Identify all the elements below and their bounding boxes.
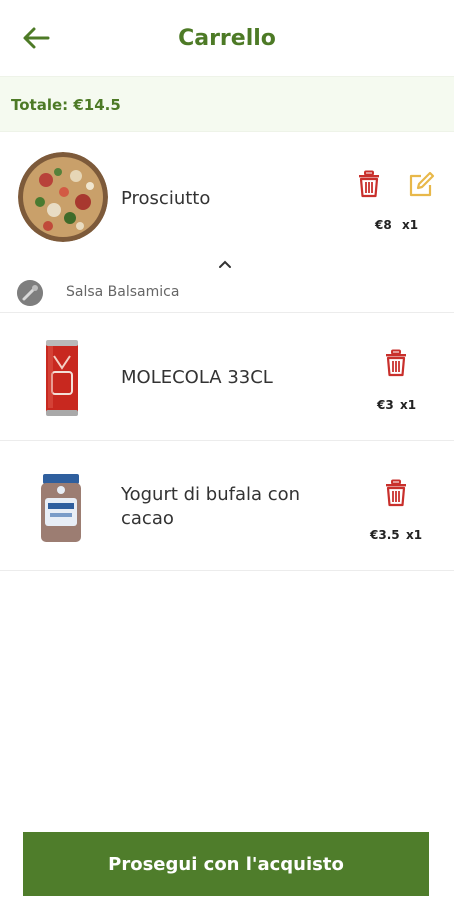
- trash-icon[interactable]: [384, 349, 408, 377]
- item-quantity: x1: [402, 218, 419, 232]
- total-label: Totale: €14.5: [11, 96, 121, 114]
- trash-icon[interactable]: [357, 170, 381, 198]
- yogurt-jar-photo: [38, 472, 84, 544]
- divider: [0, 312, 454, 313]
- item-price: €8: [375, 218, 392, 232]
- total-bar: Totale: €14.5: [0, 76, 454, 132]
- checkout-button[interactable]: Prosegui con l'acquisto: [23, 832, 429, 896]
- divider: [0, 570, 454, 571]
- divider: [0, 440, 454, 441]
- item-quantity: x1: [406, 528, 423, 542]
- addon-label: Salsa Balsamica: [66, 284, 180, 300]
- item-name: Yogurt di bufala con cacao: [121, 484, 301, 529]
- item-price: €3.5: [370, 528, 400, 542]
- sauce-icon: [17, 280, 43, 306]
- item-name: Prosciutto: [121, 188, 211, 209]
- item-quantity: x1: [400, 398, 417, 412]
- cola-can-photo: [44, 338, 80, 418]
- trash-icon[interactable]: [384, 479, 408, 507]
- pizza-photo: [18, 152, 108, 242]
- item-price: €3: [377, 398, 394, 412]
- item-name: MOLECOLA 33CL: [121, 367, 273, 388]
- page-title: Carrello: [178, 26, 276, 51]
- app-header: Carrello: [0, 0, 454, 76]
- edit-icon[interactable]: [407, 171, 435, 199]
- chevron-up-icon[interactable]: [218, 259, 232, 269]
